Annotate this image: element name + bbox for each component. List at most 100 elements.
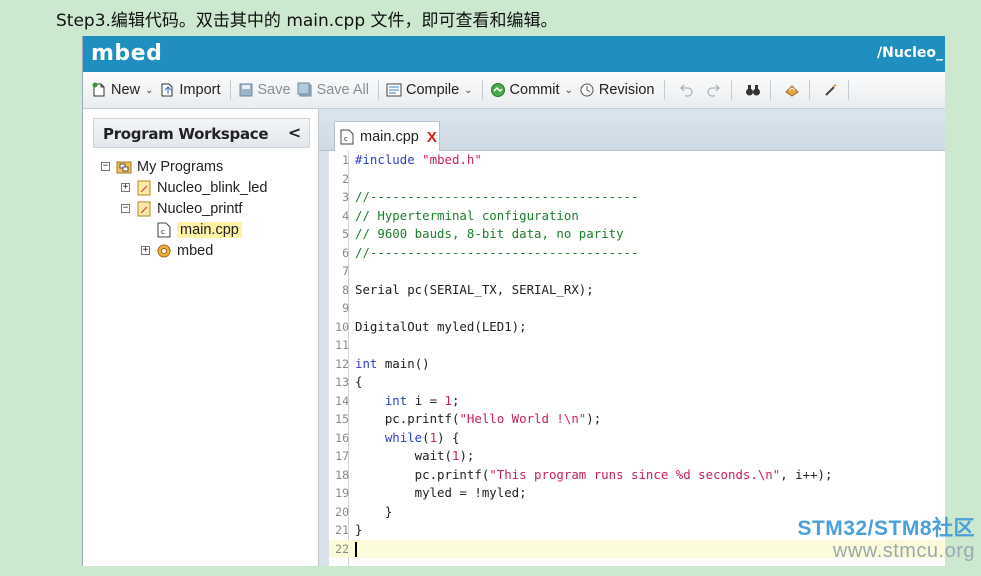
- code-line[interactable]: 8 Serial pc(SERIAL_TX, SERIAL_RX);: [329, 281, 945, 300]
- code-line[interactable]: 13 {: [329, 373, 945, 392]
- program-icon: [136, 201, 152, 217]
- line-number: 8: [342, 282, 349, 297]
- line-number: 9: [342, 301, 349, 315]
- tree-node-library[interactable]: + mbed: [83, 240, 318, 261]
- line-number: 5: [342, 227, 349, 241]
- program-icon: [136, 180, 152, 196]
- tab-main-cpp[interactable]: c main.cpp X: [334, 121, 440, 152]
- close-tab-icon[interactable]: X: [427, 129, 437, 146]
- line-number: 22: [335, 541, 349, 556]
- code-line[interactable]: 12 int main(): [329, 355, 945, 374]
- code-text: pc.printf("Hello World !\n");: [355, 411, 602, 426]
- code-line[interactable]: 15 pc.printf("Hello World !\n");: [329, 410, 945, 429]
- workspace-header: Program Workspace <: [93, 118, 310, 148]
- editor-area: c main.cpp X 1 #include "mbed.h" 2 3 //-----…: [319, 109, 945, 566]
- code-line[interactable]: 10 DigitalOut myled(LED1);: [329, 318, 945, 337]
- commit-button[interactable]: Commit ⌄: [490, 82, 573, 98]
- line-number: 20: [335, 504, 349, 519]
- cpp-file-icon: c: [339, 129, 355, 145]
- line-number: 21: [335, 523, 349, 537]
- program-path: /Nucleo_: [876, 45, 943, 61]
- code-line[interactable]: 7: [329, 262, 945, 281]
- chevron-down-icon[interactable]: ⌄: [145, 85, 153, 96]
- selected-file-label: main.cpp: [177, 221, 242, 238]
- code-line[interactable]: 18 pc.printf("This program runs since %d…: [329, 466, 945, 485]
- expand-toggle-icon[interactable]: +: [121, 183, 130, 192]
- expand-toggle-icon[interactable]: +: [141, 246, 150, 255]
- code-line[interactable]: 11: [329, 336, 945, 355]
- new-button[interactable]: New ⌄: [91, 82, 153, 98]
- programs-folder-icon: [116, 159, 132, 175]
- toolbar-separator: [847, 80, 849, 100]
- code-line[interactable]: 16 while(1) {: [329, 429, 945, 448]
- toolbar-separator: [730, 80, 732, 100]
- line-number: 6: [342, 245, 349, 260]
- step-caption: Step3.编辑代码。双击其中的 main.cpp 文件，即可查看和编辑。: [56, 11, 558, 31]
- watermark-brand: STM32/STM8社区: [797, 517, 975, 540]
- top-bar: mbed /Nucleo_: [83, 36, 945, 72]
- line-number: 3: [342, 190, 349, 204]
- code-text: wait(1);: [355, 448, 475, 463]
- magic-wand-icon[interactable]: [823, 82, 839, 98]
- code-line[interactable]: 19 myled = !myled;: [329, 484, 945, 503]
- tree-node-program[interactable]: + Nucleo_blink_led: [83, 177, 318, 198]
- code-line[interactable]: 6 //------------------------------------: [329, 244, 945, 263]
- svg-text:c: c: [161, 228, 165, 236]
- program-workspace-panel: Program Workspace < − My Programs + Nucl…: [83, 109, 319, 566]
- code-text: //------------------------------------: [355, 244, 639, 260]
- chevron-down-icon[interactable]: ⌄: [464, 85, 472, 96]
- import-button[interactable]: Import: [159, 82, 221, 98]
- redo-icon[interactable]: [706, 82, 722, 98]
- line-number: 4: [342, 208, 349, 223]
- code-text: while(1) {: [384, 429, 460, 445]
- revision-button[interactable]: Revision: [579, 82, 655, 98]
- code-text: int i = 1;: [384, 392, 460, 408]
- code-line[interactable]: 14 int i = 1;: [329, 392, 945, 411]
- tree-node-program[interactable]: − Nucleo_printf: [83, 198, 318, 219]
- chevron-down-icon[interactable]: ⌄: [565, 85, 573, 96]
- code-text: {: [355, 374, 363, 389]
- svg-text:c: c: [344, 135, 348, 143]
- line-number: 15: [335, 412, 349, 426]
- toolbar-separator: [663, 80, 665, 100]
- library-icon[interactable]: [784, 82, 800, 98]
- code-line[interactable]: 4 // Hyperterminal configuration: [329, 207, 945, 226]
- program-tree: − My Programs + Nucleo_blink_led − Nucle…: [83, 156, 318, 261]
- code-line[interactable]: 1 #include "mbed.h": [329, 151, 945, 170]
- code-text: #include "mbed.h": [355, 152, 482, 167]
- collapse-toggle-icon[interactable]: −: [101, 162, 110, 171]
- code-line[interactable]: 2: [329, 170, 945, 189]
- code-text: Serial pc(SERIAL_TX, SERIAL_RX);: [355, 281, 594, 297]
- line-number: 18: [335, 467, 349, 482]
- tree-node-my-programs[interactable]: − My Programs: [83, 156, 318, 177]
- collapse-panel-button[interactable]: <: [288, 123, 301, 142]
- line-number: 17: [335, 449, 349, 463]
- code-line[interactable]: 3 //------------------------------------: [329, 188, 945, 207]
- line-number: 14: [335, 393, 349, 408]
- code-line[interactable]: 17 wait(1);: [329, 447, 945, 466]
- mbed-logo[interactable]: mbed: [91, 41, 162, 66]
- save-all-button[interactable]: Save All: [297, 82, 369, 98]
- line-number: 2: [342, 171, 349, 186]
- code-text: myled = !myled;: [355, 485, 527, 500]
- toolbar-separator: [808, 80, 810, 100]
- code-text: // 9600 bauds, 8-bit data, no parity: [355, 226, 624, 241]
- library-gear-icon: [156, 243, 172, 259]
- undo-icon[interactable]: [678, 82, 694, 98]
- compile-icon: [386, 82, 402, 98]
- text-cursor: [355, 541, 357, 557]
- line-number: 19: [335, 486, 349, 500]
- tree-node-file[interactable]: c main.cpp: [83, 219, 318, 240]
- code-text: int main(): [355, 355, 430, 371]
- code-line[interactable]: 9: [329, 299, 945, 318]
- toolbar-separator: [377, 80, 379, 100]
- line-number: 1: [342, 153, 349, 167]
- compile-button[interactable]: Compile ⌄: [386, 82, 473, 98]
- code-text: }: [355, 503, 393, 519]
- save-all-icon: [297, 82, 313, 98]
- find-binoculars-icon[interactable]: [745, 82, 761, 98]
- collapse-toggle-icon[interactable]: −: [121, 204, 130, 213]
- code-editor[interactable]: 1 #include "mbed.h" 2 3 //------------------…: [329, 151, 945, 566]
- save-button[interactable]: Save: [238, 82, 291, 98]
- code-line[interactable]: 5 // 9600 bauds, 8-bit data, no parity: [329, 225, 945, 244]
